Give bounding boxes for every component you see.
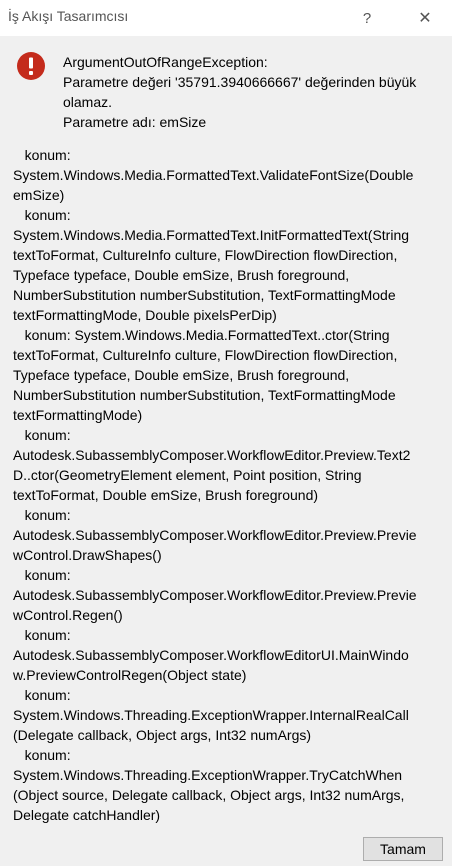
stack-trace-line: (Delegate callback, Object args, Int32 n… bbox=[13, 727, 312, 743]
stack-trace-line: D..ctor(GeometryElement element, Point p… bbox=[13, 467, 362, 483]
window-title: İş Akışı Tasarımcısı bbox=[8, 8, 129, 24]
stack-trace-line: konum: System.Windows.Media.FormattedTex… bbox=[13, 327, 390, 343]
error-message: ArgumentOutOfRangeException: Parametre d… bbox=[63, 52, 443, 132]
stack-trace-line: textToFormat, CultureInfo culture, FlowD… bbox=[13, 247, 398, 263]
stack-trace-line: textFormattingMode) bbox=[13, 407, 143, 423]
stack-trace-line: konum: bbox=[13, 207, 71, 223]
error-icon bbox=[17, 52, 45, 80]
stack-trace-line: wControl.DrawShapes() bbox=[13, 547, 162, 563]
stack-trace-line: System.Windows.Threading.ExceptionWrappe… bbox=[13, 767, 403, 783]
stack-trace-line: Typeface typeface, Double emSize, Brush … bbox=[13, 267, 350, 283]
stack-trace-line: Autodesk.SubassemblyComposer.WorkflowEdi… bbox=[13, 647, 409, 663]
stack-trace-line: konum: bbox=[13, 507, 71, 523]
stack-trace-line: (Object source, Delegate callback, Objec… bbox=[13, 787, 405, 803]
stack-trace-line: Autodesk.SubassemblyComposer.WorkflowEdi… bbox=[13, 587, 417, 603]
message-line: Parametre değeri '35791.3940666667' değe… bbox=[63, 74, 417, 90]
stack-trace-line: textFormattingMode, Double pixelsPerDip) bbox=[13, 307, 277, 323]
close-icon: ✕ bbox=[418, 10, 432, 27]
stack-trace-line: konum: bbox=[13, 687, 71, 703]
parameter-name: Parametre adı: emSize bbox=[63, 114, 207, 130]
stack-trace-line: NumberSubstitution numberSubstitution, T… bbox=[13, 287, 396, 303]
stack-trace-line: textToFormat, Double emSize, Brush foreg… bbox=[13, 487, 319, 503]
help-icon: ? bbox=[362, 9, 372, 27]
stack-trace-line: System.Windows.Media.FormattedText.Valid… bbox=[13, 167, 414, 183]
stack-trace-line: emSize) bbox=[13, 187, 65, 203]
stack-trace-line: wControl.Regen() bbox=[13, 607, 123, 623]
stack-trace-line: Typeface typeface, Double emSize, Brush … bbox=[13, 367, 350, 383]
exception-type: ArgumentOutOfRangeException: bbox=[63, 54, 268, 70]
stack-trace-line: System.Windows.Threading.ExceptionWrappe… bbox=[13, 707, 409, 723]
stack-trace-line: Autodesk.SubassemblyComposer.WorkflowEdi… bbox=[13, 447, 411, 463]
stack-trace-line: textToFormat, CultureInfo culture, FlowD… bbox=[13, 347, 398, 363]
stack-trace-line: w.PreviewControlRegen(Object state) bbox=[13, 667, 247, 683]
ok-button[interactable]: Tamam bbox=[363, 837, 443, 861]
stack-trace-line: konum: bbox=[13, 567, 71, 583]
stack-trace-line: konum: bbox=[13, 427, 71, 443]
stack-trace-line: Autodesk.SubassemblyComposer.WorkflowEdi… bbox=[13, 527, 417, 543]
close-button[interactable]: ✕ bbox=[402, 0, 448, 36]
error-dialog: İş Akışı Tasarımcısı ? ✕ ArgumentOutOfRa… bbox=[0, 0, 452, 866]
stack-trace: konum: System.Windows.Media.FormattedText… bbox=[13, 145, 447, 825]
help-button[interactable]: ? bbox=[344, 0, 390, 36]
stack-trace-line: System.Windows.Media.FormattedText.InitF… bbox=[13, 227, 410, 243]
stack-trace-line: Delegate catchHandler) bbox=[13, 807, 161, 823]
stack-trace-line: NumberSubstitution numberSubstitution, T… bbox=[13, 387, 396, 403]
stack-trace-line: konum: bbox=[13, 627, 71, 643]
stack-trace-line: konum: bbox=[13, 747, 71, 763]
title-bar[interactable]: İş Akışı Tasarımcısı ? ✕ bbox=[0, 0, 452, 36]
message-line: olamaz. bbox=[63, 94, 113, 110]
stack-trace-line: konum: bbox=[13, 147, 71, 163]
